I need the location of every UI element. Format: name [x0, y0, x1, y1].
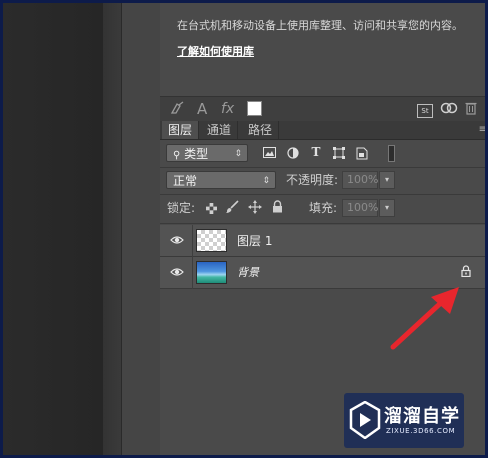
type-text-icon[interactable]: A [197, 101, 207, 117]
smart-object-filter-icon[interactable] [355, 147, 369, 160]
tab-paths[interactable]: 路径 [242, 121, 280, 139]
collapsed-panel-strip[interactable] [121, 3, 161, 455]
visibility-eye-icon[interactable] [170, 266, 184, 280]
lock-paint-icon[interactable] [225, 200, 239, 219]
lock-label: 锁定: [167, 201, 196, 215]
divider [160, 167, 485, 168]
visibility-eye-icon[interactable] [170, 234, 184, 248]
divider [160, 223, 485, 224]
lock-all-icon[interactable] [272, 200, 283, 218]
lock-transparent-icon[interactable] [206, 201, 217, 219]
watermark-title: 溜溜自学 [384, 406, 460, 427]
library-description: 在台式机和移动设备上使用库整理、访问和共享您的内容。 [177, 19, 463, 32]
filter-kind-label: 类型 [184, 147, 209, 161]
divider [192, 257, 193, 289]
layer-name[interactable]: 图层 1 [237, 233, 272, 249]
panel-tabs: 图层 通道 路径 ≡ [160, 121, 485, 140]
watermark-url: ZIXUE.3D66.COM [386, 427, 456, 435]
filter-row: ⚲ 类型 ⇕ T [160, 143, 485, 165]
divider [160, 194, 485, 195]
canvas-edge [103, 3, 121, 455]
layer-thumbnail-transparent [196, 229, 227, 252]
divider [192, 225, 193, 257]
search-icon: ⚲ [173, 150, 181, 161]
adjustment-filter-icon[interactable] [286, 147, 300, 160]
image-filter-icon[interactable] [262, 147, 276, 160]
opacity-dropdown-icon[interactable]: ▾ [379, 171, 395, 189]
filter-kind-select[interactable]: ⚲ 类型 ⇕ [166, 144, 248, 162]
fill-dropdown-icon[interactable]: ▾ [379, 199, 395, 217]
brush-stamp-icon[interactable] [170, 101, 186, 119]
chevron-updown-icon: ⇕ [234, 149, 242, 159]
watermark: 溜溜自学 ZIXUE.3D66.COM [344, 393, 464, 448]
opacity-label: 不透明度: [286, 173, 339, 187]
fill-label: 填充: [309, 201, 338, 215]
blend-mode-value: 正常 [173, 174, 198, 188]
library-learn-link[interactable]: 了解如何使用库 [177, 43, 254, 59]
tab-layers[interactable]: 图层 [162, 121, 200, 139]
layer-name[interactable]: 背景 [237, 265, 259, 281]
lock-position-icon[interactable] [248, 200, 262, 219]
creative-cloud-icon[interactable] [440, 101, 458, 119]
filter-toggle-icon[interactable] [388, 145, 395, 162]
opacity-input[interactable]: 100% [342, 171, 378, 189]
blend-mode-select[interactable]: 正常 ⇕ [166, 171, 276, 189]
layers-panel: 在台式机和移动设备上使用库整理、访问和共享您的内容。 了解如何使用库 A fx … [160, 3, 485, 455]
color-swatch-white[interactable] [247, 101, 262, 116]
background-layer-lock-icon[interactable] [461, 265, 471, 281]
trash-icon[interactable] [465, 101, 477, 119]
fx-effects-icon[interactable]: fx [221, 101, 234, 117]
panel-menu-icon[interactable]: ≡ [479, 123, 485, 137]
canvas-area [3, 3, 103, 455]
screenshot-frame: 在台式机和移动设备上使用库整理、访问和共享您的内容。 了解如何使用库 A fx … [0, 0, 488, 458]
layer-row-background[interactable]: 背景 [160, 257, 485, 289]
type-filter-icon[interactable]: T [309, 146, 323, 159]
shape-filter-icon[interactable] [332, 147, 346, 160]
fill-input[interactable]: 100% [342, 199, 378, 217]
zixue-logo-icon [349, 401, 381, 439]
stock-icon[interactable]: St [417, 101, 433, 118]
layer-row-layer1[interactable]: 图层 1 [160, 225, 485, 257]
lock-row: 锁定: 填充: 100% ▾ [160, 198, 485, 220]
chevron-updown-icon: ⇕ [262, 176, 270, 186]
blend-row: 正常 ⇕ 不透明度: 100% ▾ [160, 170, 485, 192]
layer-thumbnail-landscape [196, 261, 227, 284]
tab-channels[interactable]: 通道 [201, 121, 239, 139]
library-toolbar: A fx St [160, 96, 485, 122]
